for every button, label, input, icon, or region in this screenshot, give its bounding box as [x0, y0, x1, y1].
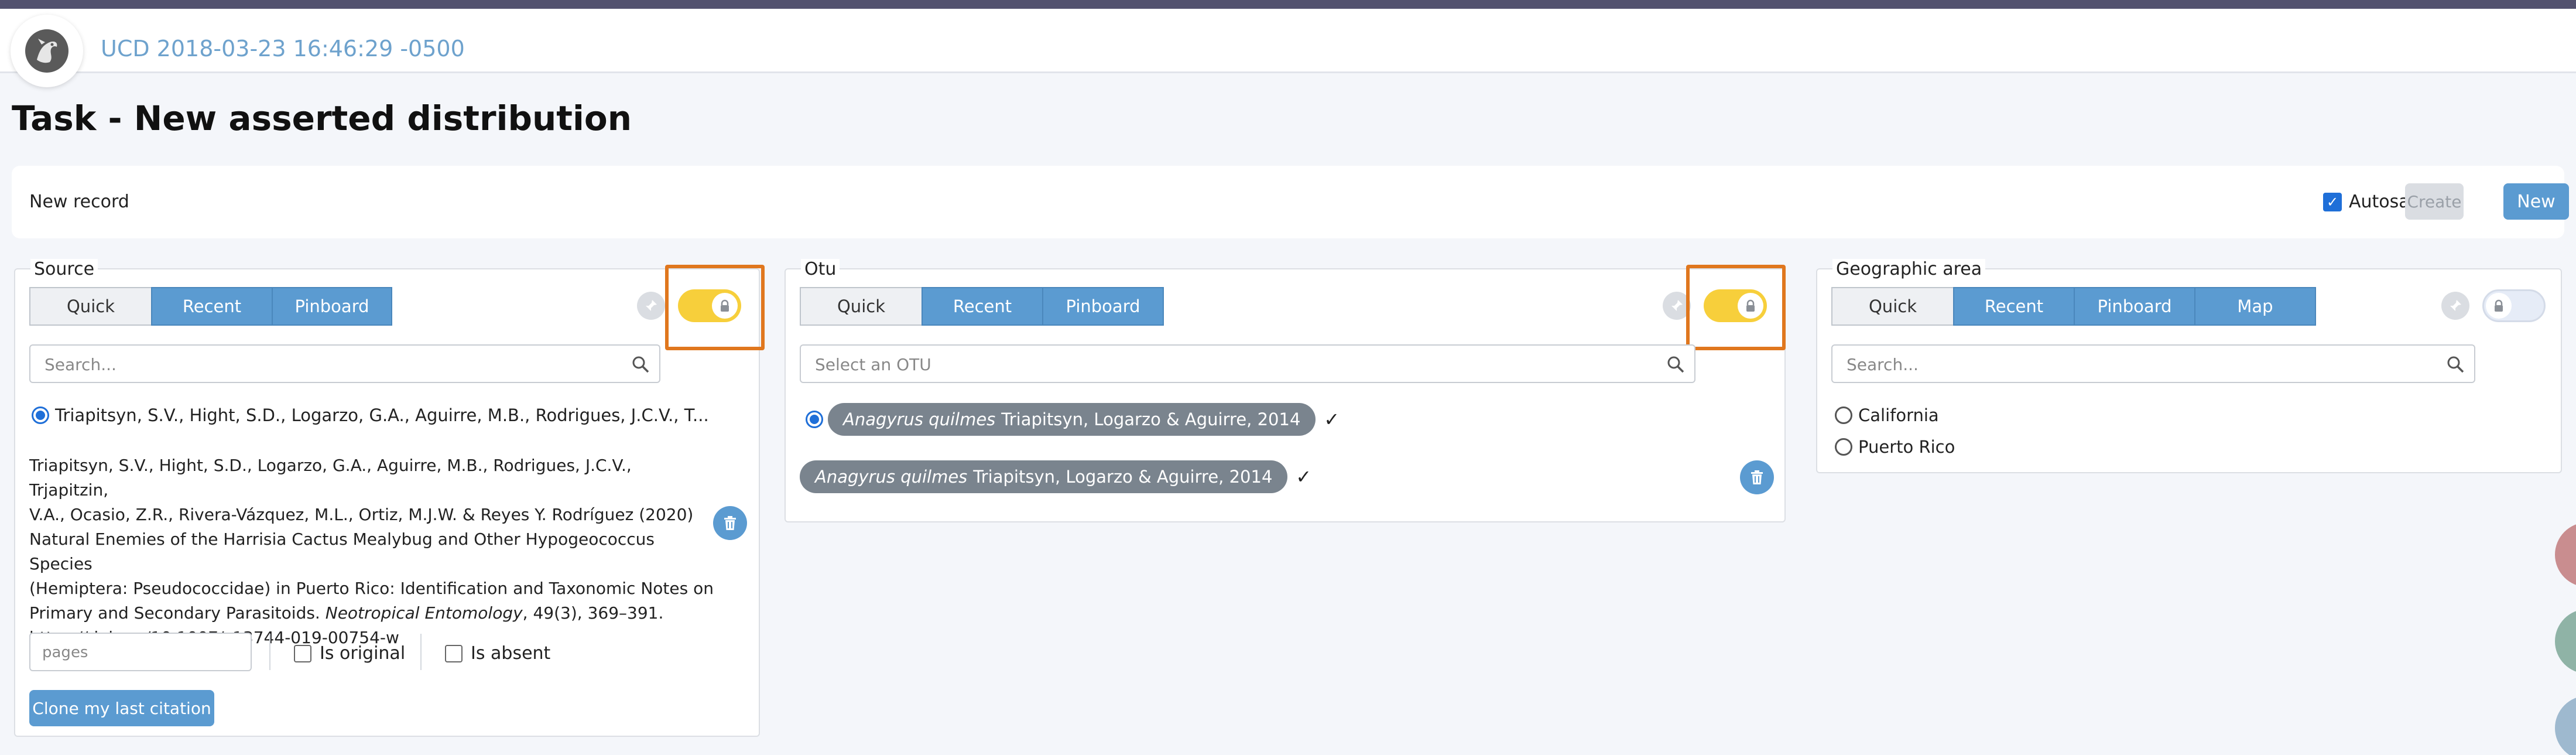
pin-icon [2450, 300, 2461, 311]
create-button[interactable]: Create [2405, 183, 2464, 220]
geographic-area-option-radio[interactable] [1835, 406, 1852, 424]
source-panel: Source Quick Recent Pinboard Triapitsyn,… [14, 259, 765, 737]
source-lock-highlight [665, 265, 765, 350]
record-navbar: New record ✓ Autosave Create New [12, 166, 2569, 238]
source-tab-recent[interactable]: Recent [151, 287, 273, 326]
is-original-checkbox[interactable] [294, 644, 311, 662]
citation-line: Triapitsyn, S.V., Hight, S.D., Logarzo, … [29, 456, 632, 500]
otu-remove-button[interactable] [1740, 460, 1774, 494]
citation-line: V.A., Ocasio, Z.R., Rivera-Vázquez, M.L.… [29, 505, 694, 524]
geographic-area-option[interactable]: Puerto Rico [1835, 437, 1955, 457]
otu-panel-title: Otu [801, 259, 840, 279]
geographic-area-option-label: Puerto Rico [1858, 437, 1955, 457]
source-selected-option[interactable]: Triapitsyn, S.V., Hight, S.D., Logarzo, … [32, 405, 709, 425]
otu-tab-recent[interactable]: Recent [922, 287, 1043, 326]
source-search-input[interactable] [44, 354, 548, 375]
new-button[interactable]: New [2503, 183, 2569, 220]
check-icon: ✓ [1296, 466, 1312, 488]
pin-icon [646, 300, 657, 311]
citation-journal: Neotropical Entomology [325, 603, 523, 623]
floating-action-button[interactable] [2555, 522, 2576, 587]
divider [420, 634, 422, 670]
otu-tabs: Quick Recent Pinboard [800, 287, 1164, 326]
geographic-area-option-radio[interactable] [1835, 438, 1852, 456]
otu-lock-highlight [1686, 265, 1786, 350]
geographic-area-tab-recent[interactable]: Recent [1953, 287, 2075, 326]
is-absent-option[interactable]: Is absent [445, 643, 550, 664]
trash-icon [1751, 470, 1763, 484]
divider [269, 634, 270, 670]
pages-input[interactable] [42, 642, 235, 663]
geographic-area-panel: Geographic area Quick Recent Pinboard Ma… [1816, 259, 2562, 473]
is-original-label: Is original [320, 643, 406, 664]
otu-tab-quick[interactable]: Quick [800, 287, 923, 326]
source-citation: Triapitsyn, S.V., Hight, S.D., Logarzo, … [29, 453, 714, 650]
app-header: UCD 2018-03-23 16:46:29 -0500 [0, 9, 2576, 87]
geographic-area-search[interactable] [1831, 344, 2475, 383]
top-strip [0, 0, 2576, 9]
citation-line: Primary and Secondary Parasitoids. Neotr… [29, 603, 664, 623]
citation-line: Natural Enemies of the Harrisia Cactus M… [29, 529, 655, 573]
source-tab-pinboard[interactable]: Pinboard [272, 287, 392, 326]
source-tabs: Quick Recent Pinboard [29, 287, 392, 326]
pages-field[interactable] [29, 633, 252, 671]
search-icon [631, 355, 650, 376]
otu-tab-pinboard[interactable]: Pinboard [1042, 287, 1164, 326]
source-tab-quick[interactable]: Quick [29, 287, 152, 326]
record-status-label: New record [29, 192, 129, 212]
geographic-area-option-label: California [1858, 405, 1939, 425]
source-remove-button[interactable] [713, 506, 747, 540]
otu-selected: Anagyrus quilmes Triapitsyn, Logarzo & Ag… [800, 460, 1311, 493]
otu-selected-chip: Anagyrus quilmes Triapitsyn, Logarzo & Ag… [800, 460, 1288, 493]
geographic-area-tab-map[interactable]: Map [2194, 287, 2316, 326]
page-title: Task - New asserted distribution [12, 98, 632, 138]
floating-action-button[interactable] [2555, 696, 2576, 755]
autosave-checkbox[interactable]: ✓ [2323, 192, 2342, 211]
source-selected-radio[interactable] [32, 406, 49, 424]
geographic-area-search-input[interactable] [1847, 354, 2360, 375]
geographic-area-lock-toggle[interactable] [2482, 289, 2546, 322]
otu-search[interactable] [800, 344, 1695, 383]
source-search[interactable] [29, 344, 660, 383]
geographic-area-tab-pinboard[interactable]: Pinboard [2074, 287, 2195, 326]
otu-search-input[interactable] [815, 354, 1530, 375]
otu-option[interactable]: Anagyrus quilmes Triapitsyn, Logarzo & Ag… [806, 403, 1340, 436]
search-icon [1666, 355, 1685, 376]
search-icon [2446, 355, 2465, 376]
source-pin-button[interactable] [637, 292, 665, 320]
otu-option-chip[interactable]: Anagyrus quilmes Triapitsyn, Logarzo & Ag… [828, 403, 1316, 436]
is-absent-checkbox[interactable] [445, 644, 463, 662]
geographic-area-panel-title: Geographic area [1832, 259, 1986, 279]
is-original-option[interactable]: Is original [294, 643, 405, 664]
clone-citation-button[interactable]: Clone my last citation [29, 690, 214, 726]
geographic-area-option[interactable]: California [1835, 405, 1939, 425]
is-absent-label: Is absent [471, 643, 551, 664]
citation-line: (Hemiptera: Pseudococcidae) in Puerto Ri… [29, 579, 714, 598]
check-icon: ✓ [1324, 408, 1340, 431]
source-panel-title: Source [30, 259, 98, 279]
geographic-area-tab-quick[interactable]: Quick [1831, 287, 1954, 326]
lock-icon [2486, 293, 2512, 319]
geographic-area-tabs: Quick Recent Pinboard Map [1831, 287, 2316, 326]
version-stamp: UCD 2018-03-23 16:46:29 -0500 [101, 36, 465, 62]
trash-icon [724, 516, 736, 530]
geographic-area-pin-button[interactable] [2441, 292, 2469, 320]
pin-icon [1671, 300, 1683, 311]
floating-action-button[interactable] [2555, 609, 2576, 674]
otu-panel: Otu Quick Recent Pinboard Anagyrus quilm… [785, 259, 1786, 522]
otu-option-radio[interactable] [806, 411, 823, 428]
app-logo-icon[interactable] [11, 15, 83, 87]
source-selected-text: Triapitsyn, S.V., Hight, S.D., Logarzo, … [55, 405, 709, 425]
